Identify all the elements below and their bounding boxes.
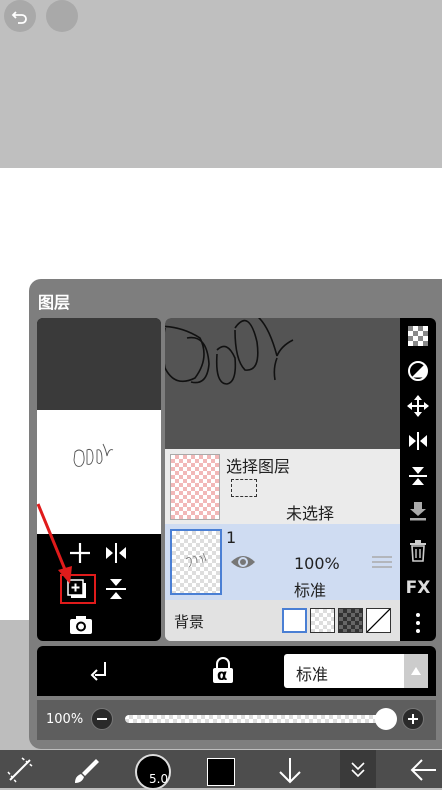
flip-vertical-icon <box>106 579 126 599</box>
arrow-down-icon <box>279 758 301 784</box>
layer-row-1[interactable]: 1 100% 标准 <box>165 524 400 600</box>
trash-icon <box>410 540 426 562</box>
layer-tools-sidebar: FX <box>400 318 436 641</box>
selection-dashed-icon <box>231 479 257 497</box>
more-icon <box>416 613 420 633</box>
flip-h-tool-button[interactable] <box>400 424 436 458</box>
back-button[interactable] <box>408 756 438 784</box>
contrast-icon <box>408 361 428 381</box>
layer-1-blend: 标准 <box>294 581 327 600</box>
opacity-increase-button[interactable] <box>402 708 424 730</box>
bottom-toolbar: 5.0 <box>0 750 442 790</box>
drag-handle-icon[interactable] <box>372 554 392 568</box>
blend-mode-bar: α 标准 <box>37 646 436 696</box>
checker-tool-button[interactable] <box>400 319 436 353</box>
blend-mode-dropdown[interactable]: 标准 <box>284 654 428 688</box>
brush-size-button[interactable]: 5.0 <box>135 754 171 790</box>
merge-down-icon <box>410 502 426 521</box>
minus-icon <box>97 718 107 720</box>
layer-visibility-toggle[interactable] <box>229 552 257 572</box>
more-button[interactable] <box>400 606 436 640</box>
selection-status: 未选择 <box>286 504 335 523</box>
redo-button[interactable] <box>46 0 78 32</box>
opacity-bar: 100% <box>37 700 436 740</box>
layer-down-button[interactable] <box>276 756 304 784</box>
alpha-lock-button[interactable]: α <box>209 657 237 685</box>
flip-horizontal-button[interactable] <box>103 540 129 566</box>
camera-button[interactable] <box>68 614 94 636</box>
preview-drawing <box>165 318 294 385</box>
background-transparent-light-option[interactable] <box>310 608 335 633</box>
move-icon <box>407 395 429 417</box>
layer-preview <box>165 318 400 449</box>
brush-size-value: 5.0 <box>149 772 169 786</box>
background-label: 背景 <box>174 613 205 631</box>
brush-tool-button[interactable] <box>72 756 100 784</box>
fx-button[interactable]: FX <box>400 571 436 605</box>
camera-icon <box>70 616 92 634</box>
alpha-label: α <box>217 666 228 684</box>
flip-horizontal-icon <box>409 432 427 450</box>
slash-icon <box>366 608 391 633</box>
layer-list: 选择图层 未选择 1 100% 标准 背景 <box>165 318 400 641</box>
merge-down-button[interactable] <box>400 494 436 528</box>
eye-icon <box>231 556 255 568</box>
plus-icon <box>408 714 418 724</box>
panel-title: 图层 <box>38 293 71 312</box>
layer-1-thumbnail[interactable] <box>170 529 222 595</box>
contrast-tool-button[interactable] <box>400 354 436 388</box>
opacity-slider-thumb[interactable] <box>375 708 397 730</box>
selection-thumbnail <box>170 454 220 520</box>
clipping-icon <box>90 662 106 681</box>
background-none-option[interactable] <box>366 608 391 633</box>
flip-horizontal-icon <box>106 543 126 563</box>
move-tool-button[interactable] <box>400 389 436 423</box>
clipping-button[interactable] <box>87 659 111 683</box>
layer-1-name: 1 <box>226 528 237 547</box>
annotation-arrow <box>36 503 72 584</box>
selection-layer-title: 选择图层 <box>226 457 291 476</box>
undo-button[interactable] <box>4 0 36 32</box>
selection-layer-row[interactable]: 选择图层 未选择 <box>165 449 400 524</box>
color-swatch[interactable] <box>207 758 235 786</box>
undo-icon <box>11 11 27 24</box>
background-layer-row[interactable]: 背景 <box>165 600 400 641</box>
chevron-up-icon <box>411 667 421 675</box>
background-transparent-dark-option[interactable] <box>338 608 363 633</box>
brush-icon <box>75 759 99 783</box>
flip-vertical-button[interactable] <box>103 576 129 602</box>
preview-top <box>37 318 161 410</box>
opacity-slider-track[interactable] <box>125 715 391 723</box>
opacity-label: 100% <box>46 712 84 727</box>
layer-1-opacity: 100% <box>294 554 340 573</box>
checker-icon <box>408 326 428 346</box>
double-chevron-down-icon <box>351 762 365 778</box>
delete-layer-button[interactable] <box>400 534 436 568</box>
blend-mode-value: 标准 <box>296 665 329 684</box>
opacity-decrease-button[interactable] <box>91 708 113 730</box>
arrow-left-icon <box>410 759 436 781</box>
flip-vertical-icon <box>409 467 427 485</box>
dropdown-arrow[interactable] <box>404 654 428 688</box>
background-white-option[interactable] <box>282 608 307 633</box>
flip-v-tool-button[interactable] <box>400 459 436 493</box>
layers-toggle-button[interactable] <box>340 750 376 788</box>
layer-1-drawing <box>185 552 207 568</box>
transform-icon <box>7 757 33 783</box>
transform-tool-button[interactable] <box>6 756 34 784</box>
canvas-preview-column <box>37 318 161 641</box>
